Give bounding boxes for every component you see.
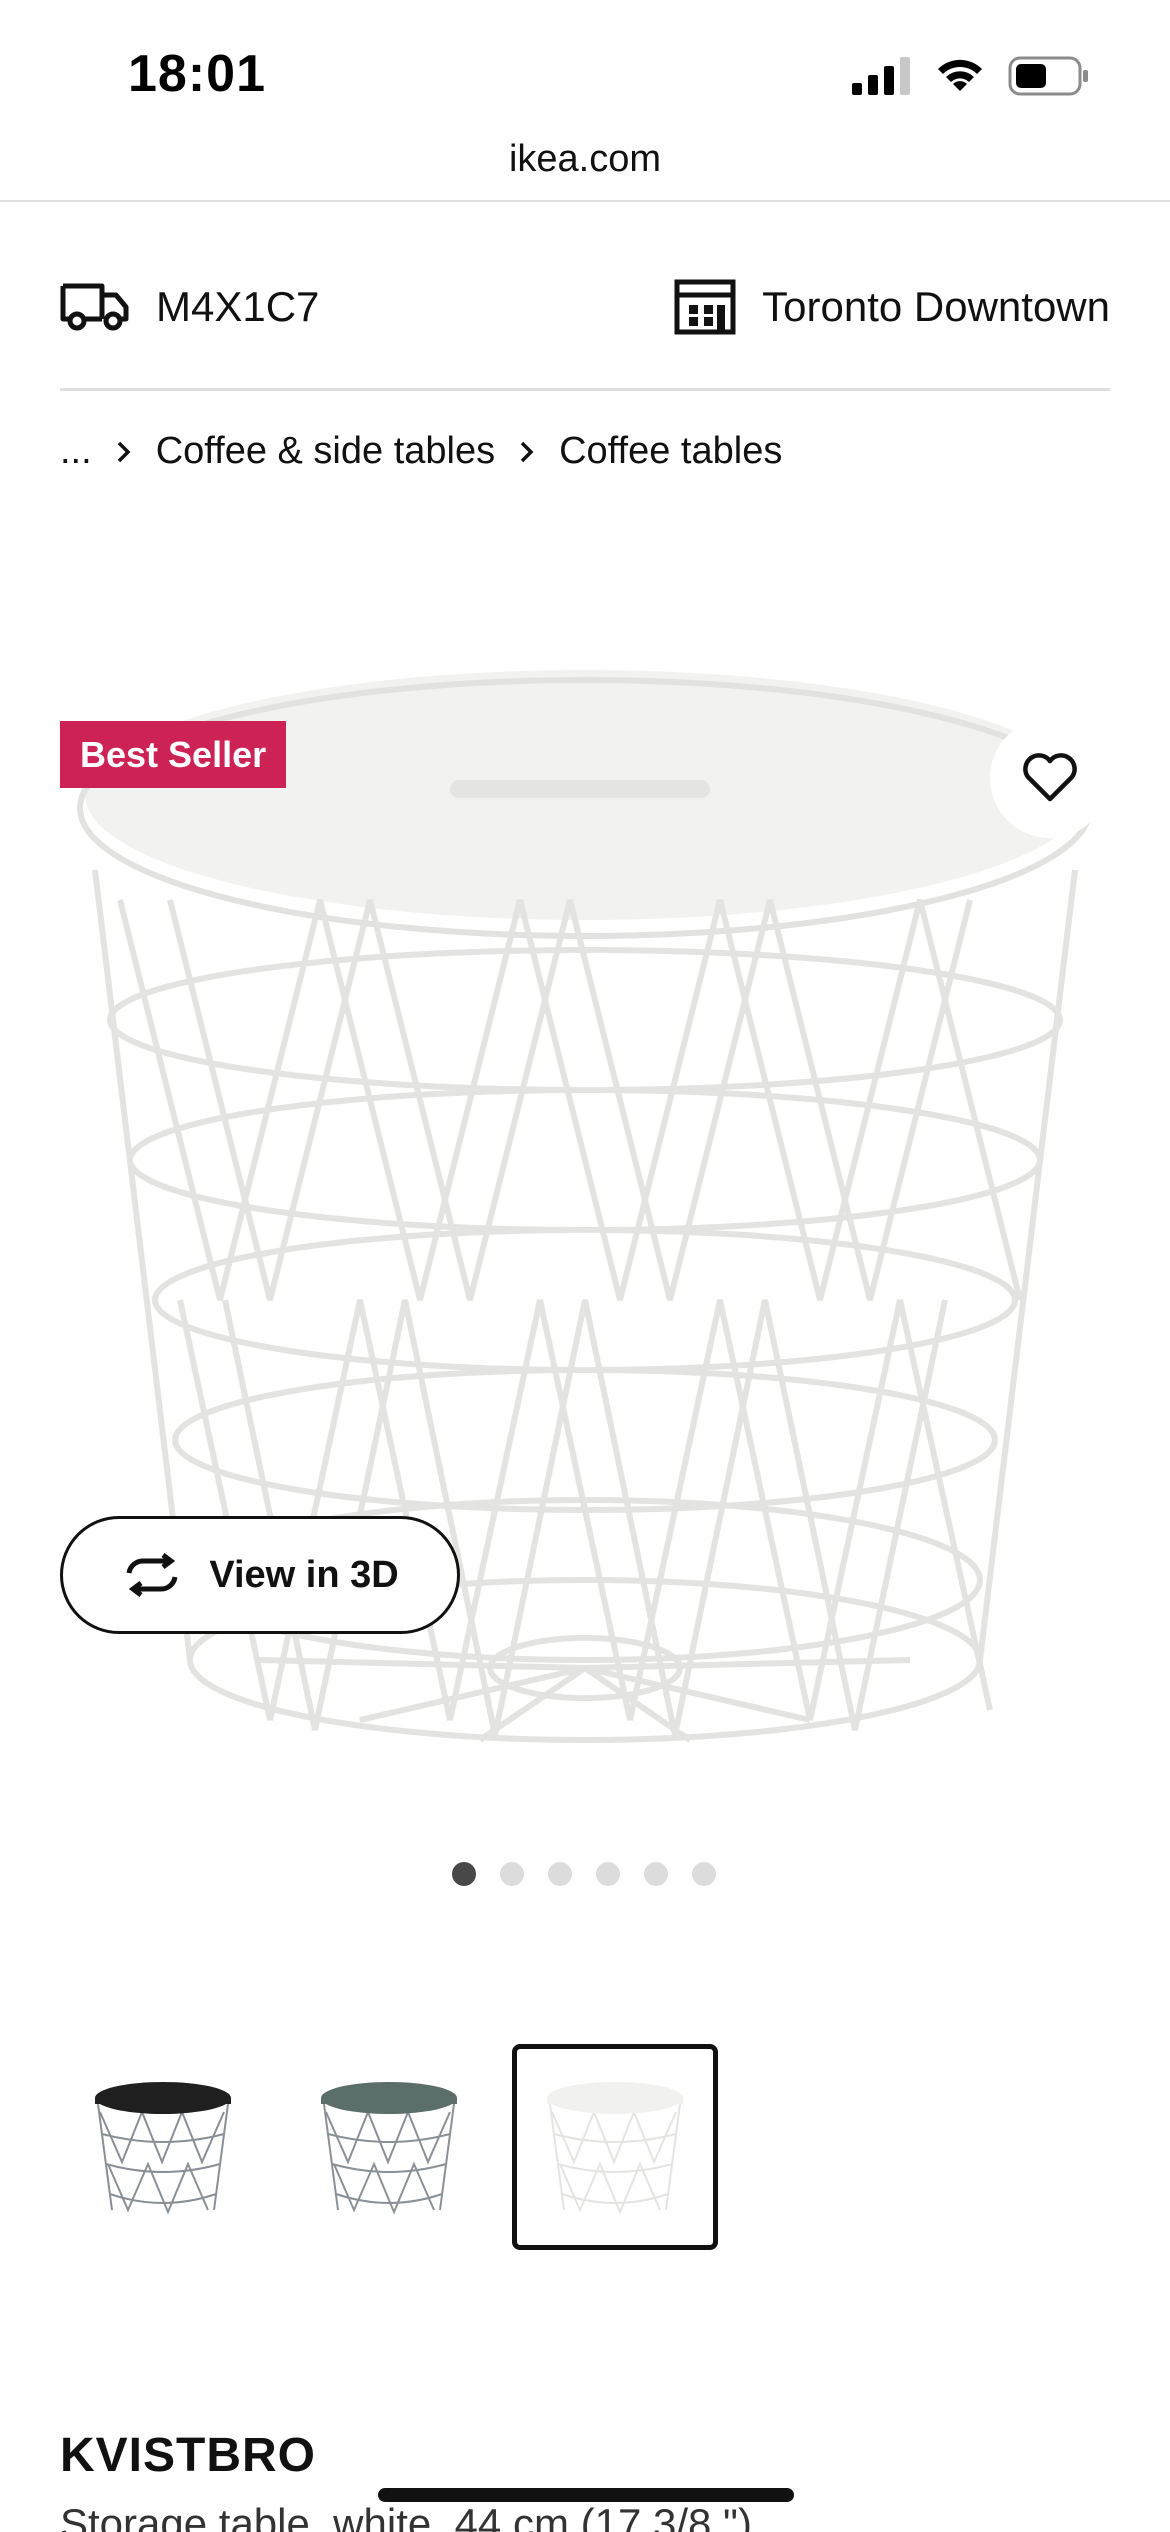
view-in-3d-label: View in 3D — [209, 1553, 399, 1596]
breadcrumb-item-coffee-tables[interactable]: Coffee tables — [559, 430, 782, 473]
carousel-dot[interactable] — [692, 1862, 716, 1886]
url-bar[interactable]: ikea.com — [0, 130, 1170, 200]
chevron-right-icon — [116, 440, 132, 464]
carousel-dot[interactable] — [500, 1862, 524, 1886]
chevron-right-icon — [519, 440, 535, 464]
product-description: Storage table, white, 44 cm (17 3/8 ") — [60, 2500, 752, 2532]
postal-code-selector[interactable]: M4X1C7 — [60, 281, 319, 333]
image-carousel-dots — [452, 1862, 716, 1886]
carousel-dot[interactable] — [452, 1862, 476, 1886]
delivery-row: M4X1C7 Toronto Downtown — [60, 272, 1110, 342]
store-icon — [674, 279, 736, 335]
best-seller-badge: Best Seller — [60, 721, 287, 789]
truck-icon — [60, 283, 129, 331]
heart-icon — [1023, 753, 1077, 802]
product-image[interactable] — [60, 660, 1110, 1830]
carousel-dot[interactable] — [644, 1862, 668, 1886]
status-bar: 18:01 — [0, 0, 1170, 140]
variant-thumbnail-blue-green[interactable] — [286, 2044, 492, 2250]
view-in-3d-button[interactable]: View in 3D — [60, 1516, 460, 1634]
breadcrumb-item-coffee-side-tables[interactable]: Coffee & side tables — [156, 430, 495, 473]
carousel-dot[interactable] — [548, 1862, 572, 1886]
breadcrumb-ellipsis[interactable]: ... — [60, 430, 92, 473]
postal-code-label: M4X1C7 — [156, 283, 320, 330]
variant-thumbnail-white[interactable] — [512, 2044, 718, 2250]
status-icons — [852, 56, 1090, 96]
status-time: 18:01 — [128, 45, 266, 103]
store-selector[interactable]: Toronto Downtown — [674, 279, 1110, 335]
favourite-button[interactable] — [990, 718, 1110, 838]
url-divider — [0, 200, 1170, 202]
variant-thumbnail-black[interactable] — [60, 2044, 266, 2250]
battery-icon — [1008, 56, 1088, 96]
carousel-dot[interactable] — [596, 1862, 620, 1886]
breadcrumb: ... Coffee & side tables Coffee tables — [60, 430, 782, 473]
store-label: Toronto Downtown — [762, 283, 1110, 330]
product-name: KVISTBRO — [60, 2429, 317, 2482]
color-variant-thumbnails — [60, 2044, 718, 2250]
delivery-divider — [60, 388, 1110, 391]
wifi-icon — [938, 59, 982, 91]
home-indicator — [378, 2488, 794, 2502]
rotate-3d-icon — [126, 1553, 178, 1597]
cellular-signal-icon — [852, 57, 910, 95]
